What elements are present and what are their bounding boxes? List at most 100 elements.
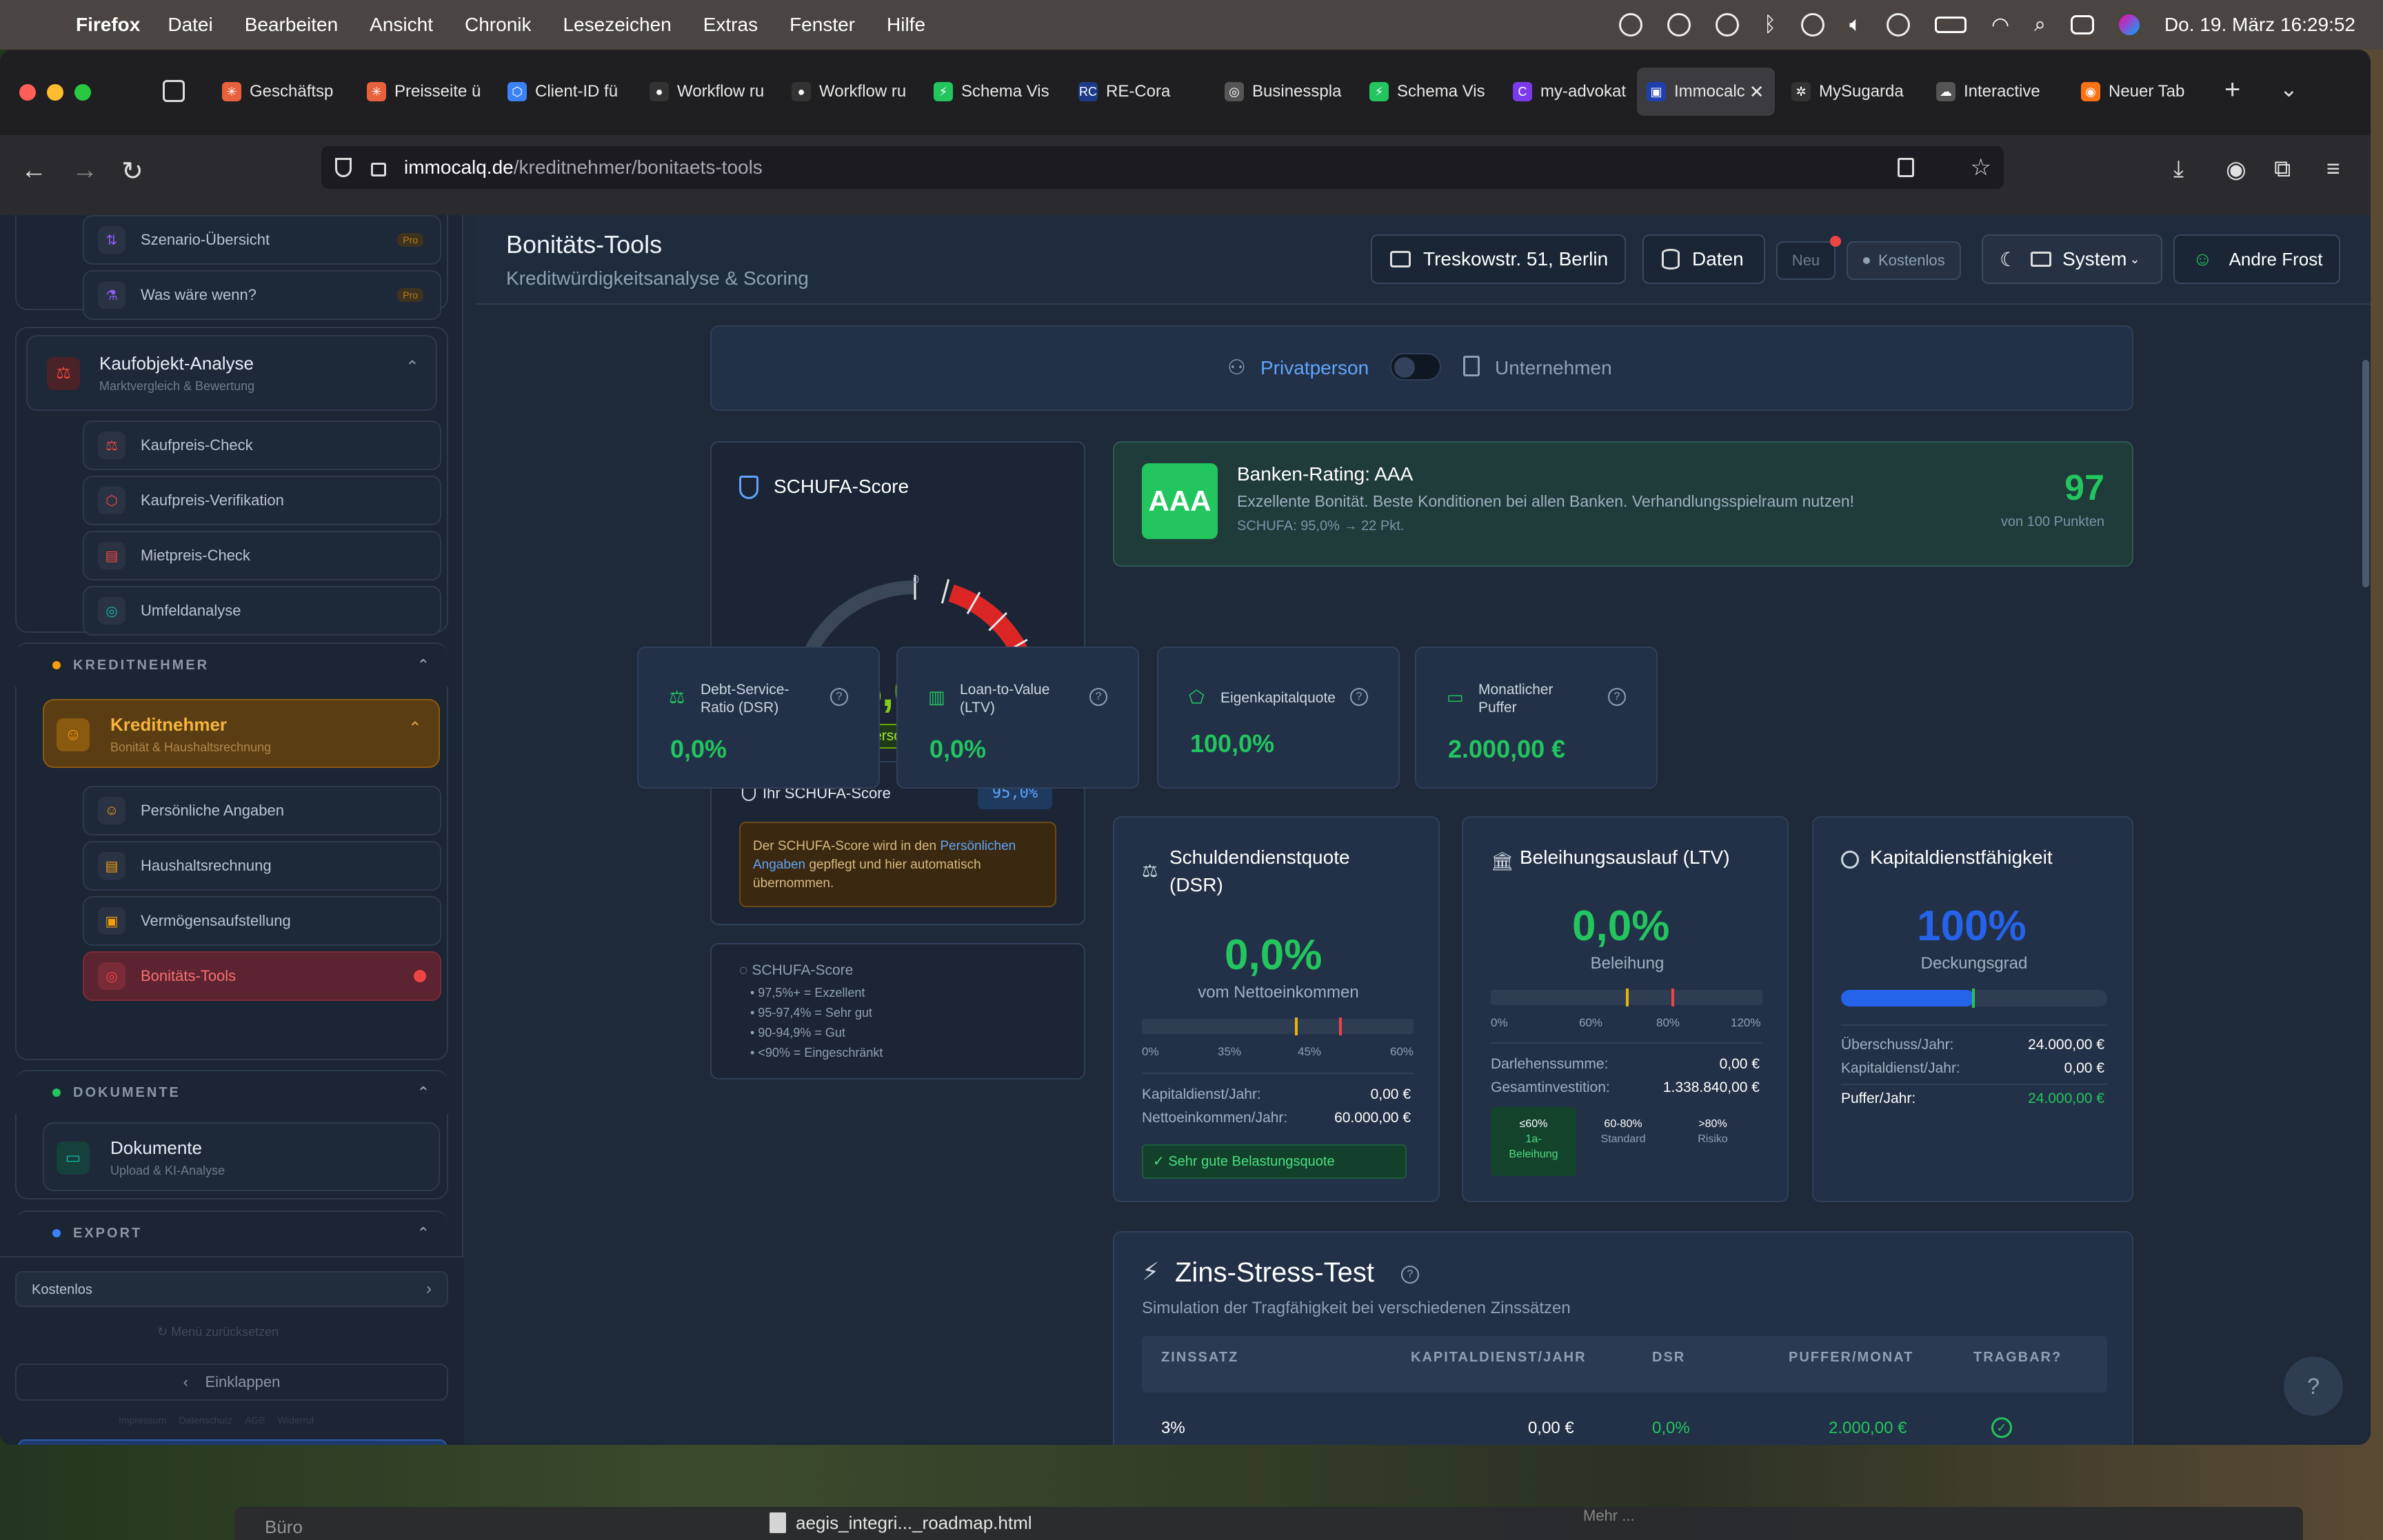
user-icon[interactable] [1800, 13, 1824, 37]
sidebar-section-export[interactable]: EXPORT ⌃ [15, 1210, 448, 1255]
tracking-shield-icon[interactable] [335, 158, 352, 177]
chevron-up-icon[interactable]: ⌃ [408, 718, 422, 738]
plan-selector[interactable]: Kostenlos › [15, 1271, 448, 1307]
sidebar-item[interactable]: ⚖ Kaufpreis-Check [83, 421, 441, 470]
tab-4[interactable]: ● Workflow ru [782, 68, 917, 116]
lock-icon[interactable] [371, 163, 386, 176]
impressum-link[interactable]: Impressum [119, 1415, 166, 1426]
theme-selector[interactable]: ☾ System ⌄ [1982, 234, 2162, 284]
wifi-icon[interactable]: ◠ [1991, 13, 2009, 37]
url-path[interactable]: /kreditnehmer/bonitaets-tools [514, 156, 763, 179]
control-center-icon[interactable] [2070, 15, 2094, 34]
plan-badge[interactable]: Kostenlos [1847, 241, 1961, 280]
collapse-button[interactable]: ‹ Einklappen [15, 1364, 448, 1401]
menu-chronik[interactable]: Chronik [465, 14, 531, 36]
sidebar-item[interactable]: ☺ Persönliche Angaben [83, 786, 441, 835]
menu-hamburger-icon[interactable]: ≡ [2326, 156, 2340, 183]
unternehmen-option[interactable]: Unternehmen [1495, 357, 1612, 379]
menu-fenster[interactable]: Fenster [790, 14, 855, 36]
zoom-window-button[interactable] [74, 84, 91, 101]
reload-icon[interactable]: ↻ [121, 156, 143, 187]
tab-10[interactable]: ▣ Immocalc ✕ [1637, 68, 1775, 116]
status-app-icon[interactable] [1715, 13, 1739, 37]
siri-icon[interactable] [2118, 14, 2140, 35]
tab-list-chevron-icon[interactable]: ⌄ [2280, 76, 2298, 102]
help-button[interactable]: ? [2284, 1357, 2343, 1416]
bookmark-star-icon[interactable]: ☆ [1971, 154, 1991, 181]
user-button[interactable]: ☺ Andre Frost [2173, 234, 2340, 284]
help-icon[interactable]: ? [830, 688, 848, 706]
menu-extras[interactable]: Extras [703, 14, 758, 36]
sidebar-item[interactable]: ◎ Umfeldanalyse [83, 586, 441, 636]
sidebar-section-kreditnehmer[interactable]: KREDITNEHMER ⌃ [15, 642, 448, 687]
tab-5[interactable]: ⚡ Schema Vis [924, 68, 1062, 116]
tab-8[interactable]: ⚡ Schema Vis [1360, 68, 1498, 116]
tab-6[interactable]: RC RE-Cora [1069, 68, 1207, 116]
account-icon[interactable]: ◉ [2226, 156, 2246, 183]
accessibility-icon[interactable] [1886, 13, 1910, 37]
search-icon[interactable]: ⌕ [2034, 13, 2046, 37]
widerruf-link[interactable]: Widerruf [278, 1415, 314, 1426]
reset-menu-link[interactable]: ↻ Menü zurücksetzen [157, 1325, 279, 1339]
url-host[interactable]: immocalq.de [404, 156, 514, 179]
help-icon[interactable]: ? [1089, 688, 1107, 706]
sidebar-kaufobjekt-header[interactable]: ⚖ Kaufobjekt-Analyse Marktvergleich & Be… [26, 335, 437, 411]
tab-0[interactable]: ✳ Geschäftsp [212, 68, 348, 116]
menu-ansicht[interactable]: Ansicht [370, 14, 433, 36]
datenschutz-link[interactable]: Datenschutz [179, 1415, 232, 1426]
privatperson-option[interactable]: Privatperson [1260, 357, 1369, 379]
help-icon[interactable]: ? [1608, 688, 1626, 706]
sidebar-item[interactable]: ▤ Mietpreis-Check [83, 531, 441, 580]
dock-file-label[interactable]: aegis_integri..._roadmap.html [796, 1512, 1032, 1534]
close-window-button[interactable] [19, 84, 36, 101]
dock-item-label[interactable]: Büro [265, 1517, 303, 1538]
back-icon[interactable]: ← [21, 156, 47, 185]
agb-link[interactable]: AGB [245, 1415, 265, 1426]
sidebar-item[interactable]: ▤ Haushaltsrechnung [83, 841, 441, 891]
chevron-up-icon[interactable]: ⌃ [417, 1084, 432, 1102]
bluetooth-icon[interactable]: ᛒ [1764, 13, 1776, 37]
tab-overview-icon[interactable] [163, 80, 185, 102]
new-badge-button[interactable]: Neu [1776, 241, 1836, 280]
sidebar-item[interactable]: ▣ Vermögensaufstellung [83, 896, 441, 946]
extensions-icon[interactable]: ⧉ [2274, 156, 2291, 183]
volume-icon[interactable]: 🔈︎ [1849, 13, 1862, 37]
help-icon[interactable]: ? [1350, 688, 1368, 706]
chevron-up-icon[interactable]: ⌃ [417, 1224, 432, 1242]
sidebar-item[interactable]: ⇅ Szenario-Übersicht Pro [83, 215, 441, 265]
sidebar-kreditnehmer-header[interactable]: ☺ Kreditnehmer Bonität & Haushaltsrechnu… [43, 699, 440, 768]
tab-9[interactable]: Cmy-advokat [1503, 68, 1627, 116]
tab-2[interactable]: ⬡ Client-ID fü [498, 68, 633, 116]
menu-bearbeiten[interactable]: Bearbeiten [245, 14, 338, 36]
sidebar-section-dokumente[interactable]: DOKUMENTE ⌃ [15, 1070, 448, 1114]
menu-lesezeichen[interactable]: Lesezeichen [563, 14, 671, 36]
tab-7[interactable]: ◎ Businesspla [1215, 68, 1353, 116]
url-bar[interactable]: immocalq.de/kreditnehmer/bonitaets-tools… [321, 146, 2004, 189]
clock[interactable]: Do. 19. März 16:29:52 [2164, 14, 2355, 36]
status-app-icon[interactable] [1618, 13, 1642, 37]
tab-11[interactable]: ✲ MySugarda [1782, 68, 1920, 116]
battery-icon[interactable] [1934, 17, 1967, 33]
dock-more-label[interactable]: Mehr ... [1583, 1507, 1635, 1525]
chevron-up-icon[interactable]: ⌃ [405, 357, 419, 377]
new-tab-icon[interactable]: + [2224, 74, 2240, 105]
minimize-window-button[interactable] [47, 84, 63, 101]
sidebar-item[interactable]: ⚗ Was wäre wenn? Pro [83, 270, 441, 320]
close-tab-icon[interactable]: ✕ [1749, 81, 1764, 103]
menu-app[interactable]: Firefox [76, 14, 140, 36]
tab-13[interactable]: ◉ Neuer Tab [2071, 68, 2209, 116]
sidebar-item[interactable]: ◎ Bonitäts-Tools [83, 951, 441, 1001]
menu-hilfe[interactable]: Hilfe [887, 14, 925, 36]
tab-3[interactable]: ● Workflow ru [640, 68, 775, 116]
sidebar-item[interactable]: ⬡ Kaufpreis-Verifikation [83, 476, 441, 525]
page-scrollbar[interactable] [2362, 360, 2369, 587]
sidebar-dokumente-item[interactable]: ▭ Dokumente Upload & KI-Analyse [43, 1122, 440, 1191]
menu-datei[interactable]: Datei [168, 14, 212, 36]
daten-button[interactable]: Daten [1642, 234, 1765, 284]
customer-type-switch[interactable] [1390, 353, 1441, 381]
address-button[interactable]: Treskowstr. 51, Berlin [1371, 234, 1626, 284]
forward-icon[interactable]: → [72, 156, 98, 185]
downloads-icon[interactable]: ⤓ [2173, 156, 2184, 183]
reader-view-icon[interactable] [1898, 158, 1914, 177]
chevron-up-icon[interactable]: ⌃ [417, 656, 432, 674]
